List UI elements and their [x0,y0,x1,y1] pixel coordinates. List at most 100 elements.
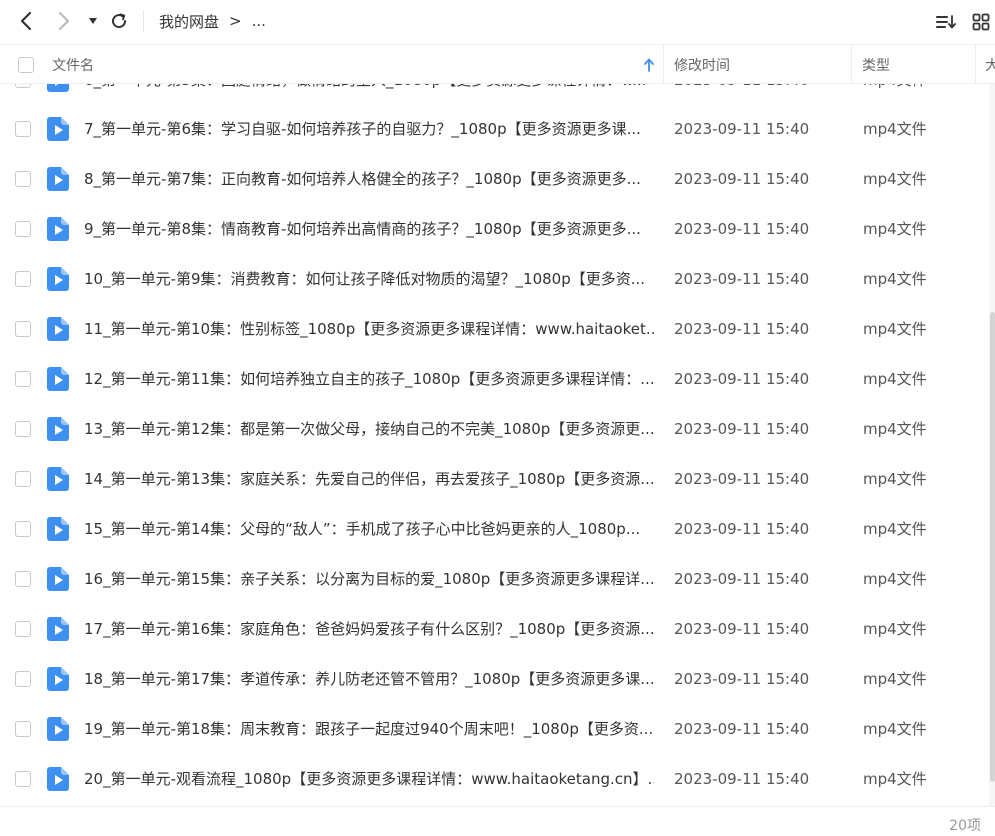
file-row[interactable]: 16_第一单元-第15集：亲子关系：以分离为目标的爱_1080p【更多资源更多课… [0,554,990,604]
sort-button[interactable] [932,8,960,36]
row-checkbox[interactable] [15,471,31,487]
file-modified-date: 2023-09-11 15:40 [674,520,810,538]
grid-view-button[interactable] [967,8,995,36]
file-name[interactable]: 8_第一单元-第7集：正向教育-如何培养人格健全的孩子？_1080p【更多资源更… [84,154,654,204]
file-modified-date: 2023-09-11 15:40 [674,84,809,105]
column-divider[interactable] [975,45,976,84]
file-name[interactable]: 6_第一单元-第5集：国庭情绪，做情绪的主人_1080p【更多资源更多课程详情：… [84,84,654,105]
file-name[interactable]: 7_第一单元-第6集：学习自驱-如何培养孩子的自驱力？_1080p【更多资源更多… [84,104,654,154]
video-file-icon [47,417,69,441]
file-name[interactable]: 13_第一单元-第12集：都是第一次做父母，接纳自己的不完美_1080p【更多资… [84,404,654,454]
column-divider[interactable] [663,45,664,84]
file-row[interactable]: 13_第一单元-第12集：都是第一次做父母，接纳自己的不完美_1080p【更多资… [0,404,990,454]
grid-view-icon [972,13,990,31]
file-row[interactable]: 14_第一单元-第13集：家庭关系：先爱自己的伴侣，再去爱孩子_1080p【更多… [0,454,990,504]
file-row[interactable]: 11_第一单元-第10集：性别标签_1080p【更多资源更多课程详情：www.h… [0,304,990,354]
file-modified-date: 2023-09-11 15:40 [674,120,810,138]
file-row[interactable]: 10_第一单元-第9集：消费教育：如何让孩子降低对物质的渴望？_1080p【更多… [0,254,990,304]
file-type: mp4文件 [863,620,927,638]
file-modified-date: 2023-09-11 15:40 [674,620,810,638]
breadcrumb-root[interactable]: 我的网盘 [159,11,219,32]
file-modified-date: 2023-09-11 15:40 [674,670,810,688]
file-type: mp4文件 [863,320,927,338]
file-name[interactable]: 19_第一单元-第18集：周末教育：跟孩子一起度过940个周末吧！_1080p【… [84,704,654,754]
video-file-icon [47,717,69,741]
file-modified-date: 2023-09-11 15:40 [674,570,810,588]
file-row[interactable]: 19_第一单元-第18集：周末教育：跟孩子一起度过940个周末吧！_1080p【… [0,704,990,754]
chevron-right-icon [58,11,70,31]
row-checkbox[interactable] [15,371,31,387]
file-name[interactable]: 11_第一单元-第10集：性别标签_1080p【更多资源更多课程详情：www.h… [84,304,654,354]
file-type: mp4文件 [863,370,927,388]
file-row[interactable]: 8_第一单元-第7集：正向教育-如何培养人格健全的孩子？_1080p【更多资源更… [0,154,990,204]
file-name[interactable]: 10_第一单元-第9集：消费教育：如何让孩子降低对物质的渴望？_1080p【更多… [84,254,654,304]
file-modified-date: 2023-09-11 15:40 [674,720,810,738]
file-type: mp4文件 [863,470,927,488]
select-all-checkbox-cell [18,45,34,84]
row-checkbox[interactable] [15,721,31,737]
file-modified-date: 2023-09-11 15:40 [674,470,810,488]
refresh-icon [112,13,127,29]
row-checkbox[interactable] [15,221,31,237]
breadcrumb-more[interactable]: ... [252,12,266,30]
row-checkbox[interactable] [15,121,31,137]
row-checkbox[interactable] [15,521,31,537]
video-file-icon [47,767,69,791]
scrollbar-thumb[interactable] [990,312,995,782]
sort-arrow-up-icon[interactable] [643,58,655,72]
column-header-size[interactable]: 大 [985,45,995,84]
file-type: mp4文件 [863,220,927,238]
file-type: mp4文件 [863,84,927,105]
file-row[interactable]: 18_第一单元-第17集：孝道传承：养儿防老还管不管用？_1080p【更多资源更… [0,654,990,704]
file-modified-date: 2023-09-11 15:40 [674,270,810,288]
video-file-icon [47,567,69,591]
column-header-type[interactable]: 类型 [862,45,890,84]
select-all-checkbox[interactable] [18,56,34,73]
refresh-button[interactable] [104,6,134,36]
row-checkbox[interactable] [15,771,31,787]
file-list: 6_第一单元-第5集：国庭情绪，做情绪的主人_1080p【更多资源更多课程详情：… [0,84,990,806]
file-row[interactable]: 17_第一单元-第16集：家庭角色：爸爸妈妈爱孩子有什么区别？_1080p【更多… [0,604,990,654]
row-checkbox[interactable] [15,571,31,587]
back-button[interactable] [12,6,42,36]
column-divider[interactable] [851,45,852,84]
file-modified-date: 2023-09-11 15:40 [674,220,810,238]
row-checkbox[interactable] [15,271,31,287]
file-row[interactable]: 15_第一单元-第14集：父母的“敌人”：手机成了孩子心中比爸妈更亲的人_108… [0,504,990,554]
row-checkbox[interactable] [15,171,31,187]
row-checkbox[interactable] [15,621,31,637]
row-checkbox[interactable] [15,321,31,337]
file-row[interactable]: 6_第一单元-第5集：国庭情绪，做情绪的主人_1080p【更多资源更多课程详情：… [0,84,990,105]
top-toolbar: 我的网盘 > ... [0,0,995,44]
row-checkbox[interactable] [15,421,31,437]
file-type: mp4文件 [863,670,927,688]
row-checkbox[interactable] [15,84,31,88]
file-name[interactable]: 12_第一单元-第11集：如何培养独立自主的孩子_1080p【更多资源更多课程详… [84,354,654,404]
forward-button[interactable] [48,6,78,36]
file-name[interactable]: 14_第一单元-第13集：家庭关系：先爱自己的伴侣，再去爱孩子_1080p【更多… [84,454,654,504]
file-type: mp4文件 [863,270,927,288]
video-file-icon [47,617,69,641]
video-file-icon [47,217,69,241]
sort-ascending-cell [643,45,655,84]
video-file-icon [47,517,69,541]
column-header-name[interactable]: 文件名 [52,45,94,84]
file-name[interactable]: 17_第一单元-第16集：家庭角色：爸爸妈妈爱孩子有什么区别？_1080p【更多… [84,604,654,654]
file-name[interactable]: 16_第一单元-第15集：亲子关系：以分离为目标的爱_1080p【更多资源更多课… [84,554,654,604]
file-row[interactable]: 12_第一单元-第11集：如何培养独立自主的孩子_1080p【更多资源更多课程详… [0,354,990,404]
file-row[interactable]: 20_第一单元-观看流程_1080p【更多资源更多课程详情：www.haitao… [0,754,990,804]
column-header-modified[interactable]: 修改时间 [674,45,730,84]
file-type: mp4文件 [863,570,927,588]
video-file-icon [47,117,69,141]
file-modified-date: 2023-09-11 15:40 [674,370,810,388]
row-checkbox[interactable] [15,671,31,687]
file-row[interactable]: 7_第一单元-第6集：学习自驱-如何培养孩子的自驱力？_1080p【更多资源更多… [0,104,990,154]
file-name[interactable]: 20_第一单元-观看流程_1080p【更多资源更多课程详情：www.haitao… [84,754,654,804]
file-type: mp4文件 [863,420,927,438]
file-name[interactable]: 18_第一单元-第17集：孝道传承：养儿防老还管不管用？_1080p【更多资源更… [84,654,654,704]
caret-down-icon [89,18,97,24]
file-name[interactable]: 15_第一单元-第14集：父母的“敌人”：手机成了孩子心中比爸妈更亲的人_108… [84,504,654,554]
video-file-icon [47,84,69,92]
file-row[interactable]: 9_第一单元-第8集：情商教育-如何培养出高情商的孩子？_1080p【更多资源更… [0,204,990,254]
file-name[interactable]: 9_第一单元-第8集：情商教育-如何培养出高情商的孩子？_1080p【更多资源更… [84,204,654,254]
